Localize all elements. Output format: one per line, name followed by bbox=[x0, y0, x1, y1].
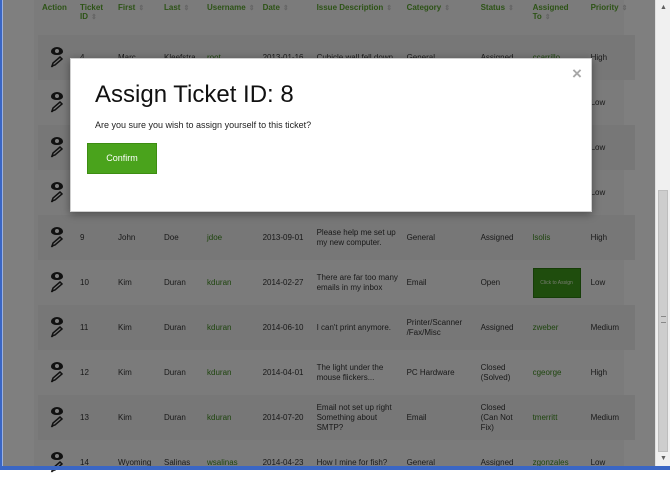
close-icon[interactable]: × bbox=[572, 65, 582, 82]
confirm-button[interactable]: Confirm bbox=[87, 143, 157, 174]
window-border-bottom bbox=[0, 466, 670, 470]
scroll-down-arrow-icon[interactable]: ▼ bbox=[656, 451, 670, 466]
scrollbar-thumb[interactable] bbox=[658, 190, 668, 452]
thumb-grip-icon bbox=[661, 316, 666, 323]
assign-ticket-modal: Assign Ticket ID: 8 Are you sure you wis… bbox=[70, 58, 592, 212]
modal-message: Are you sure you wish to assign yourself… bbox=[95, 120, 312, 130]
modal-title: Assign Ticket ID: 8 bbox=[95, 81, 294, 108]
vertical-scrollbar[interactable]: ▲ ▼ bbox=[655, 0, 670, 466]
scroll-up-arrow-icon[interactable]: ▲ bbox=[656, 0, 670, 15]
